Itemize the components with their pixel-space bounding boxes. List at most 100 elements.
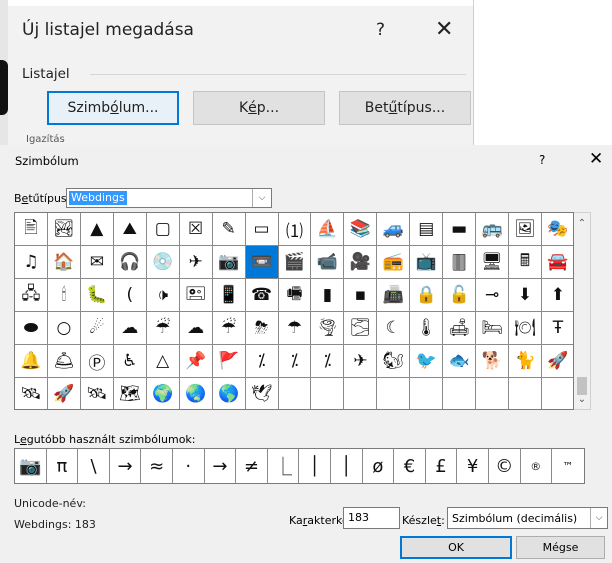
symbol-cell[interactable]: 🎬: [278, 246, 312, 279]
recent-symbol-cell[interactable]: ⎿: [268, 449, 300, 483]
symbol-cell[interactable]: ⁒: [311, 345, 345, 378]
close-icon[interactable]: ✕: [589, 149, 603, 169]
symbol-cell[interactable]: ☂: [278, 312, 312, 345]
symbol-cell[interactable]: 🐛: [80, 279, 114, 312]
symbol-grid-scrollbar[interactable]: ⌃ ⌄: [574, 212, 591, 410]
symbol-cell[interactable]: 📷: [212, 246, 246, 279]
symbol-cell[interactable]: 🛋: [443, 312, 477, 345]
symbol-cell[interactable]: ☔: [146, 312, 180, 345]
symbol-cell[interactable]: ⬆: [542, 279, 573, 312]
symbol-cell[interactable]: 🗺: [113, 378, 147, 409]
symbol-cell[interactable]: [542, 378, 573, 409]
symbol-cell[interactable]: ▤: [410, 213, 444, 246]
recent-symbol-cell[interactable]: ≠: [236, 449, 268, 483]
symbol-cell[interactable]: ▮: [311, 279, 345, 312]
symbol-cell[interactable]: 📼: [245, 246, 279, 279]
symbol-cell[interactable]: 📺: [410, 246, 444, 279]
symbol-cell[interactable]: 🖥: [476, 246, 510, 279]
symbol-cell[interactable]: ▲: [80, 213, 114, 246]
symbol-button[interactable]: Szimb ó lum...: [47, 91, 179, 125]
scroll-down-icon[interactable]: ⌄: [574, 391, 590, 407]
help-button[interactable]: ?: [539, 153, 545, 167]
symbol-cell[interactable]: 🔓: [443, 279, 477, 312]
recent-symbol-cell[interactable]: →: [205, 449, 237, 483]
symbol-cell[interactable]: 🐟: [443, 345, 477, 378]
symbol-cell[interactable]: [377, 378, 411, 409]
symbol-cell[interactable]: 🛰: [15, 378, 48, 409]
symbol-cell[interactable]: 🚘: [542, 246, 573, 279]
symbol-cell[interactable]: ✈: [344, 345, 378, 378]
symbol-cell[interactable]: ✎: [212, 213, 246, 246]
symbol-cell[interactable]: Ⓟ: [80, 345, 114, 378]
symbol-cell[interactable]: [311, 378, 345, 409]
recent-symbol-cell[interactable]: ®: [521, 449, 553, 483]
symbol-cell[interactable]: 🔒: [410, 279, 444, 312]
symbol-cell[interactable]: 🌫: [344, 312, 378, 345]
symbol-cell[interactable]: ○: [47, 312, 81, 345]
symbol-cell[interactable]: 🌪: [311, 312, 345, 345]
symbol-cell[interactable]: ☁: [113, 312, 147, 345]
cancel-button[interactable]: Mégse: [516, 536, 605, 559]
symbol-cell[interactable]: Ŧ: [542, 312, 573, 345]
symbol-cell[interactable]: ⛵: [311, 213, 345, 246]
recent-symbol-cell[interactable]: π: [47, 449, 79, 483]
symbol-cell[interactable]: ⛰: [113, 213, 147, 246]
recent-symbol-cell[interactable]: ¥: [457, 449, 489, 483]
recent-symbol-cell[interactable]: ©: [489, 449, 521, 483]
symbol-cell[interactable]: 🎥: [344, 246, 378, 279]
symbol-cell[interactable]: ⊸: [476, 279, 510, 312]
symbol-cell[interactable]: 📱: [212, 279, 246, 312]
symbol-cell[interactable]: 🕩: [146, 279, 180, 312]
symbol-cell[interactable]: ♫: [15, 246, 48, 279]
symbol-cell[interactable]: 🚩: [212, 345, 246, 378]
symbol-cell[interactable]: 🛰: [80, 378, 114, 409]
symbol-cell[interactable]: 📹: [311, 246, 345, 279]
symbol-cell[interactable]: [509, 378, 542, 409]
font-button[interactable]: Bet ű típus...: [339, 91, 471, 125]
symbol-cell[interactable]: 🀫: [443, 246, 477, 279]
symbol-cell[interactable]: 🎧: [113, 246, 147, 279]
symbol-cell[interactable]: 🔔: [15, 345, 48, 378]
symbol-cell[interactable]: ⛈: [245, 312, 279, 345]
symbol-cell[interactable]: ☄: [80, 312, 114, 345]
recent-symbol-cell[interactable]: ·: [173, 449, 205, 483]
recent-symbol-cell[interactable]: ™: [552, 449, 584, 483]
symbol-cell[interactable]: ⑴: [278, 213, 312, 246]
symbol-cell[interactable]: [476, 378, 510, 409]
symbol-cell[interactable]: 🚌: [476, 213, 510, 246]
symbol-cell[interactable]: [344, 378, 378, 409]
symbol-cell[interactable]: 🐕: [476, 345, 510, 378]
symbol-cell[interactable]: 🍽: [509, 312, 542, 345]
symbol-cell[interactable]: [410, 378, 444, 409]
symbol-cell[interactable]: 🌏: [179, 378, 213, 409]
symbol-cell[interactable]: 🕯: [47, 279, 81, 312]
symbol-cell[interactable]: 💿: [146, 246, 180, 279]
close-icon[interactable]: ✕: [435, 17, 453, 42]
symbol-cell[interactable]: ☔: [212, 312, 246, 345]
symbol-cell[interactable]: ⁒: [245, 345, 279, 378]
font-dropdown[interactable]: Webdings ⌵: [66, 188, 272, 208]
symbol-cell[interactable]: 🐦: [410, 345, 444, 378]
symbol-cell[interactable]: 🚙: [377, 213, 411, 246]
symbol-cell[interactable]: [443, 378, 477, 409]
symbol-cell[interactable]: 📠: [377, 279, 411, 312]
symbol-cell[interactable]: (: [113, 279, 147, 312]
symbol-cell[interactable]: ☒: [179, 213, 213, 246]
recent-symbol-cell[interactable]: €: [394, 449, 426, 483]
recent-symbol-cell[interactable]: │: [299, 449, 331, 483]
symbol-cell[interactable]: 🏞: [47, 213, 81, 246]
symbol-cell[interactable]: 🖷: [278, 279, 312, 312]
symbol-cell[interactable]: ✉: [80, 246, 114, 279]
symbol-cell[interactable]: 🖧: [15, 279, 48, 312]
symbol-cell[interactable]: 🖩: [509, 246, 542, 279]
symbol-cell[interactable]: △: [146, 345, 180, 378]
symbol-cell[interactable]: 🖼: [509, 213, 542, 246]
char-code-input[interactable]: 183: [343, 507, 400, 529]
symbol-cell[interactable]: 🕊: [245, 378, 279, 409]
symbol-cell[interactable]: 🌍: [146, 378, 180, 409]
symbol-cell[interactable]: ⬬: [15, 312, 48, 345]
chevron-down-icon[interactable]: ⌵: [252, 189, 271, 207]
symbol-cell[interactable]: 🐈: [509, 345, 542, 378]
ok-button[interactable]: OK: [400, 536, 512, 559]
symbol-cell[interactable]: 📻: [377, 246, 411, 279]
